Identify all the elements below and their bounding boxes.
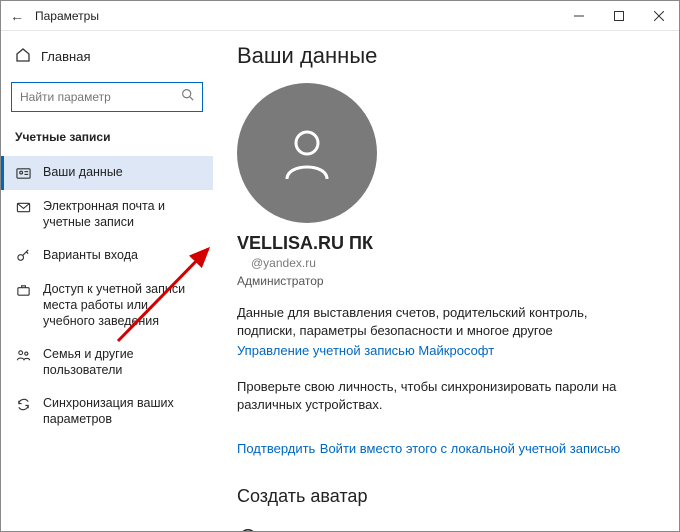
sidebar-section-title: Учетные записи [1, 126, 213, 156]
window-body: Главная Учетные записи Ваши данные Элект… [1, 31, 679, 531]
key-icon [15, 249, 31, 264]
sidebar-item-label: Ваши данные [43, 165, 199, 181]
sidebar-item-sync[interactable]: Синхронизация ваших параметров [1, 387, 213, 436]
camera-icon [237, 527, 259, 531]
billing-text: Данные для выставления счетов, родительс… [237, 304, 617, 339]
sidebar-item-label: Доступ к учетной записи места работы или… [43, 282, 199, 329]
user-role: Администратор [237, 274, 655, 288]
home-link[interactable]: Главная [1, 41, 213, 72]
search-box[interactable] [11, 82, 203, 112]
close-button[interactable] [639, 1, 679, 31]
sidebar-item-label: Синхронизация ваших параметров [43, 396, 199, 427]
sidebar-item-signin-options[interactable]: Варианты входа [1, 239, 213, 273]
sidebar-item-label: Электронная почта и учетные записи [43, 199, 199, 230]
minimize-button[interactable] [559, 1, 599, 31]
people-icon [15, 348, 31, 363]
camera-option[interactable]: Камера [237, 521, 655, 531]
content-area: Ваши данные VELLISA.RU ПК @yandex.ru Адм… [213, 31, 679, 531]
manage-account-link[interactable]: Управление учетной записью Майкрософт [237, 343, 494, 358]
verify-link[interactable]: Подтвердить [237, 441, 315, 456]
home-icon [15, 47, 31, 66]
sync-icon [15, 397, 31, 412]
maximize-button[interactable] [599, 1, 639, 31]
search-input[interactable] [20, 90, 181, 104]
settings-window: ← Параметры Главная [0, 0, 680, 532]
sidebar-item-label: Варианты входа [43, 248, 199, 264]
avatar-heading: Создать аватар [237, 486, 655, 507]
search-icon [181, 88, 194, 106]
mail-icon [15, 200, 31, 215]
local-account-link[interactable]: Войти вместо этого с локальной учетной з… [320, 441, 621, 456]
sidebar-item-label: Семья и другие пользователи [43, 347, 199, 378]
user-email: @yandex.ru [237, 256, 655, 270]
home-label: Главная [41, 49, 90, 64]
page-title: Ваши данные [237, 43, 655, 69]
sidebar-item-your-info[interactable]: Ваши данные [1, 156, 213, 190]
sidebar-nav: Ваши данные Электронная почта и учетные … [1, 156, 213, 437]
sidebar-item-email[interactable]: Электронная почта и учетные записи [1, 190, 213, 239]
back-button[interactable]: ← [1, 8, 33, 24]
verify-text: Проверьте свою личность, чтобы синхрониз… [237, 378, 617, 413]
window-title: Параметры [33, 9, 99, 23]
sidebar-item-work-access[interactable]: Доступ к учетной записи места работы или… [1, 273, 213, 338]
sidebar-item-family[interactable]: Семья и другие пользователи [1, 338, 213, 387]
avatar [237, 83, 377, 223]
person-card-icon [15, 166, 31, 181]
titlebar: ← Параметры [1, 1, 679, 31]
briefcase-icon [15, 283, 31, 298]
camera-label: Камера [273, 529, 322, 531]
sidebar: Главная Учетные записи Ваши данные Элект… [1, 31, 213, 531]
user-name: VELLISA.RU ПК [237, 233, 655, 254]
